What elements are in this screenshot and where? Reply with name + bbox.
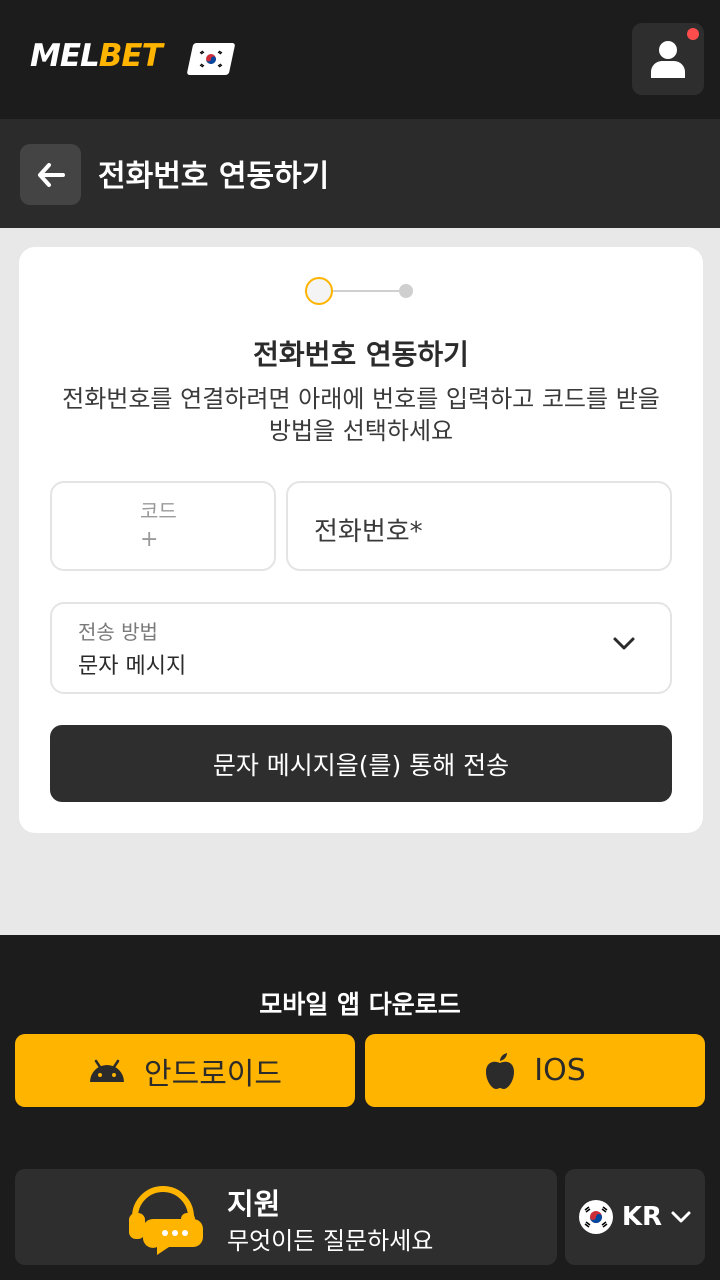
chevron-down-icon [671,1211,691,1223]
send-method-value: 문자 메시지 [78,654,187,679]
support-headset-icon [129,1186,203,1255]
kr-flag-circle-icon [578,1200,613,1234]
arrow-left-icon [37,162,65,187]
android-label: 안드로이드 [144,1056,282,1092]
chevron-down-icon [613,637,635,650]
code-value: + [140,527,159,552]
android-download-button[interactable]: 안드로이드 [15,1034,355,1107]
user-icon [651,41,685,78]
code-label: 코드 [140,499,177,523]
support-button[interactable]: 지원 무엇이든 질문하세요 [15,1169,557,1265]
send-method-label: 전송 방법 [78,620,158,644]
send-method-select[interactable]: 전송 방법 문자 메시지 [50,602,672,694]
language-code: KR [621,1202,663,1232]
phone-number-placeholder: 전화번호* [314,517,423,547]
download-title: 모바일 앱 다운로드 [259,990,461,1019]
notification-dot [687,28,699,40]
top-bar: MELBET [0,0,720,119]
phone-number-input[interactable]: 전화번호* [286,481,672,571]
page-title: 전화번호 연동하기 [98,159,330,194]
support-title: 지원 [227,1187,281,1221]
country-code-field[interactable]: 코드 + [50,481,276,571]
back-button[interactable] [20,144,81,205]
progress-stepper [305,277,417,305]
ios-download-button[interactable]: IOS [365,1034,705,1107]
card-description: 전화번호를 연결하려면 아래에 번호를 입력하고 코드를 받을 방법을 선택하세… [62,385,660,445]
ios-label: IOS [534,1053,586,1088]
page-header: 전화번호 연동하기 [0,119,720,228]
phone-link-card: 전화번호 연동하기 전화번호를 연결하려면 아래에 번호를 입력하고 코드를 받… [19,247,703,833]
footer: 모바일 앱 다운로드 안드로이드 IOS 지원 무엇이든 질문하세요 KR [0,935,720,1280]
main-content: 전화번호 연동하기 전화번호를 연결하려면 아래에 번호를 입력하고 코드를 받… [0,228,720,935]
kr-flag-icon [186,43,236,75]
android-icon [90,1059,124,1082]
step-connector [333,290,399,292]
step-1-indicator [305,277,333,305]
step-2-indicator [399,284,413,298]
melbet-logo[interactable]: MELBET [30,38,163,74]
user-account-button[interactable] [632,23,704,95]
apple-icon [486,1052,515,1089]
support-subtitle: 무엇이든 질문하세요 [227,1227,434,1255]
language-selector[interactable]: KR [565,1169,705,1265]
send-code-button[interactable]: 문자 메시지을(를) 통해 전송 [50,725,672,802]
card-title: 전화번호 연동하기 [253,338,469,371]
